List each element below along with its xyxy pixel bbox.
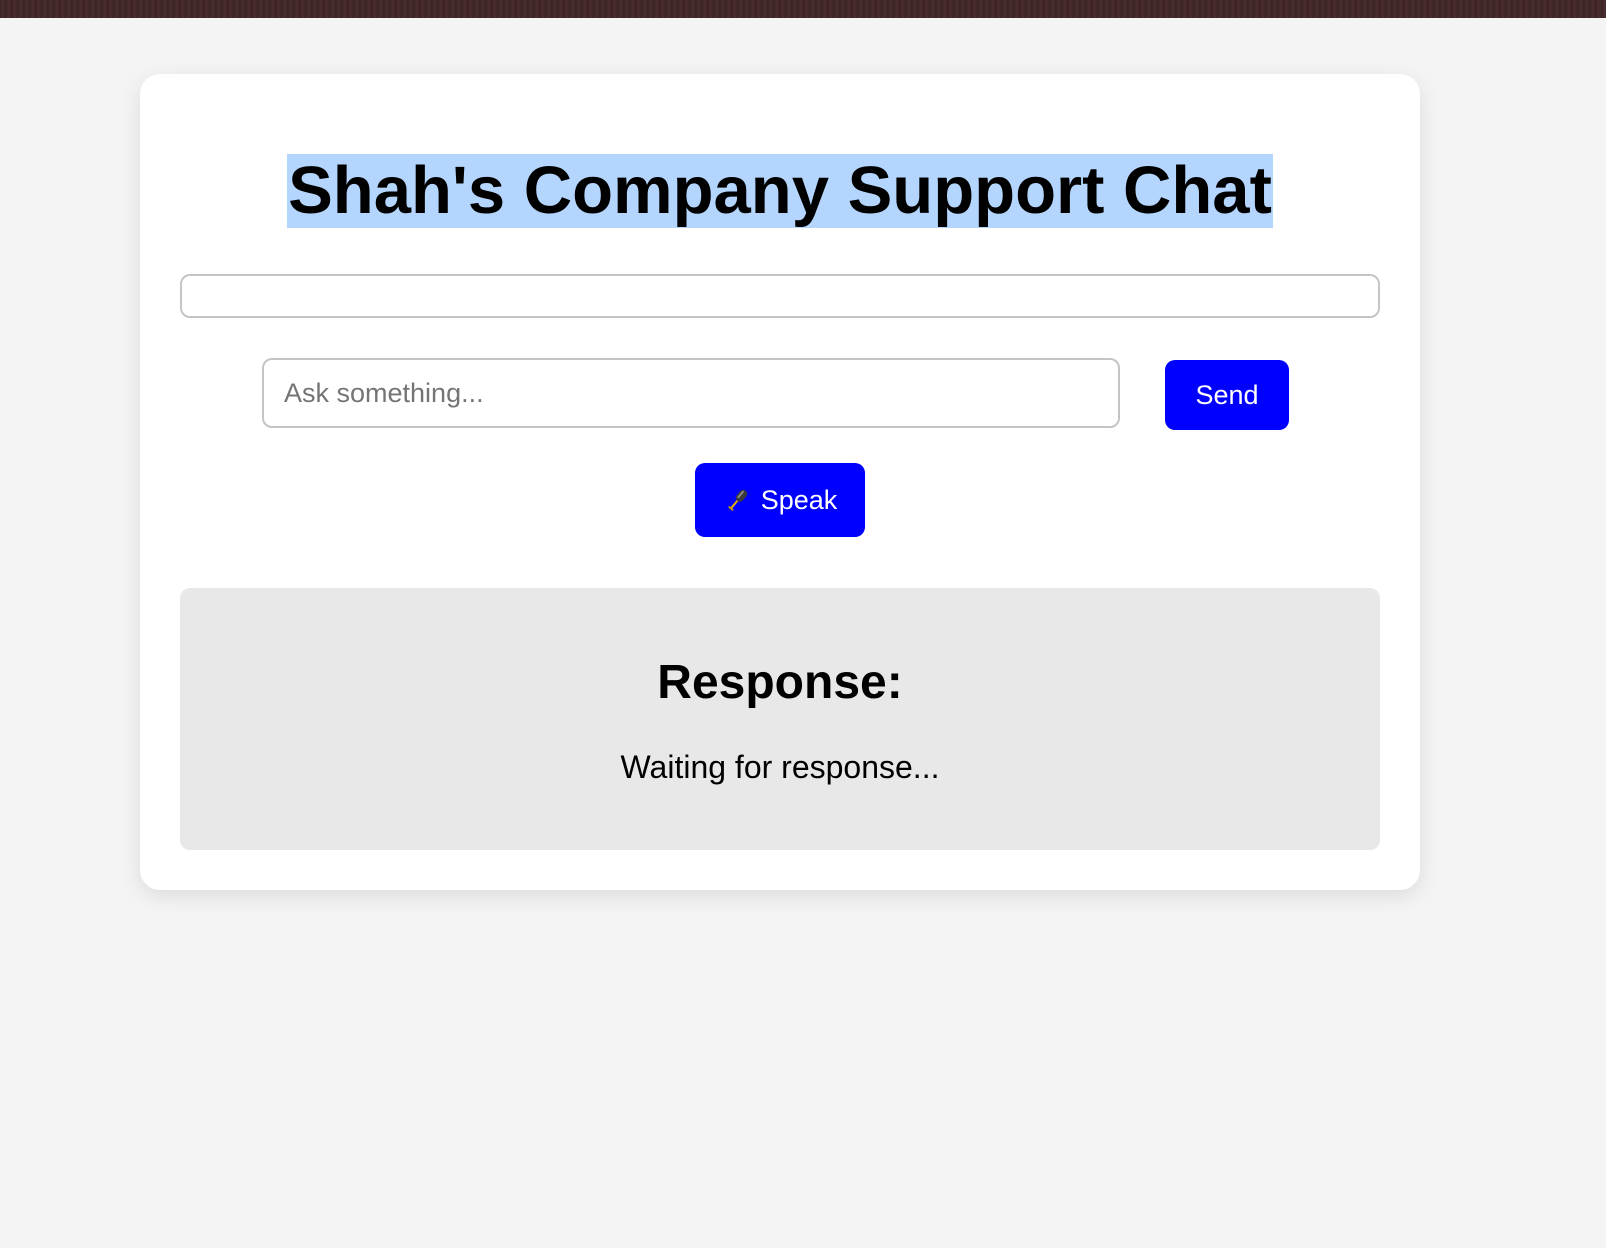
microphone-icon [723,485,753,515]
top-browser-strip [0,0,1606,18]
response-panel: Response: Waiting for response... [180,588,1380,850]
speak-button-label: Speak [760,484,838,515]
chat-card: Shah's Company Support Chat Send Speak R… [140,74,1420,890]
ask-input[interactable] [262,358,1120,428]
response-text: Waiting for response... [620,749,940,785]
title-container: Shah's Company Support Chat [140,154,1420,228]
send-button[interactable]: Send [1165,360,1289,430]
page-title: Shah's Company Support Chat [287,153,1273,228]
response-heading: Response: [657,656,903,709]
speak-button[interactable]: Speak [695,463,865,537]
send-button-label: Send [1195,379,1259,410]
chat-log-box [180,274,1380,318]
